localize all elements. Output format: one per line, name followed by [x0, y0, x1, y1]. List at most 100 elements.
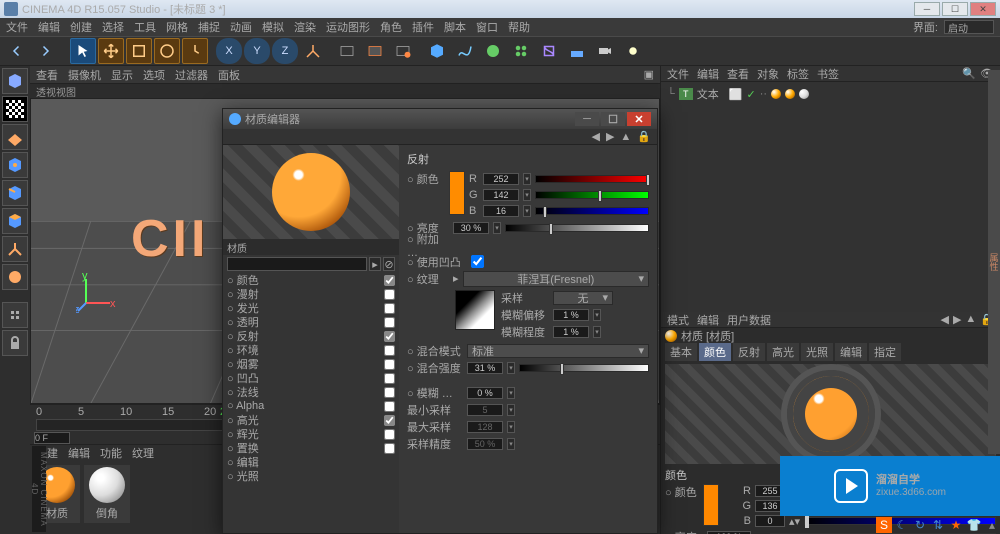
dialog-maximize-button[interactable]: ☐: [601, 112, 625, 126]
g-slider[interactable]: [535, 191, 649, 199]
tab-reflection[interactable]: 反射: [733, 343, 765, 361]
object-manager[interactable]: └ T 文本 ⬜ ✓ ··: [661, 82, 1000, 312]
blend-strength-slider[interactable]: [519, 364, 649, 372]
rough-field[interactable]: [467, 387, 503, 399]
brightness-field[interactable]: [453, 222, 489, 234]
tray-chevron-icon[interactable]: ▴: [984, 517, 1000, 533]
tray-icon[interactable]: 👕: [966, 517, 982, 533]
om-menu-file[interactable]: 文件: [667, 66, 689, 82]
channel-row[interactable]: ○ 编辑: [227, 455, 395, 469]
material-tag-icon[interactable]: [771, 89, 781, 99]
channel-checkbox[interactable]: [384, 373, 395, 384]
scale-tool[interactable]: [126, 38, 152, 64]
material-name-field[interactable]: [227, 257, 367, 271]
object-mode-icon[interactable]: [2, 264, 28, 290]
brightness-slider[interactable]: [505, 224, 649, 232]
b-field[interactable]: [483, 205, 519, 217]
dialog-close-button[interactable]: ✕: [627, 112, 651, 126]
blur-scale-field[interactable]: [553, 326, 589, 338]
tray-moon-icon[interactable]: ☾: [894, 517, 910, 533]
tab-specular[interactable]: 高光: [767, 343, 799, 361]
tray-icon[interactable]: ★: [948, 517, 964, 533]
camera-button[interactable]: [592, 38, 618, 64]
search-icon[interactable]: 🔍: [962, 67, 976, 80]
select-tool[interactable]: [70, 38, 96, 64]
attr-b-field[interactable]: [755, 515, 785, 527]
menu-snap[interactable]: 捕捉: [198, 19, 220, 35]
color-swatch[interactable]: [449, 171, 465, 215]
menu-help[interactable]: 帮助: [508, 19, 530, 35]
window-close-button[interactable]: ✕: [970, 2, 996, 16]
b-slider[interactable]: [535, 207, 649, 215]
channel-checkbox[interactable]: [384, 345, 395, 356]
vp-menu-options[interactable]: 选项: [143, 67, 165, 83]
channel-checkbox[interactable]: [384, 359, 395, 370]
3d-text-object[interactable]: CII: [131, 209, 209, 269]
tab-illum[interactable]: 光照: [801, 343, 833, 361]
spline-button[interactable]: [452, 38, 478, 64]
vp-maximize-icon[interactable]: ▣: [644, 68, 654, 81]
spinner-icon[interactable]: ▾: [507, 362, 515, 374]
blur-offset-field[interactable]: [553, 309, 589, 321]
channel-checkbox[interactable]: [384, 387, 395, 398]
layout-field[interactable]: [944, 20, 994, 34]
channel-checkbox[interactable]: [384, 401, 395, 412]
attr-menu-userdata[interactable]: 用户数据: [727, 312, 771, 328]
nurbs-button[interactable]: [480, 38, 506, 64]
menu-mograph[interactable]: 运动图形: [326, 19, 370, 35]
menu-tools[interactable]: 工具: [134, 19, 156, 35]
point-mode-icon[interactable]: [2, 152, 28, 178]
light-button[interactable]: [620, 38, 646, 64]
om-menu-objects[interactable]: 对象: [757, 66, 779, 82]
channel-row[interactable]: ○ 反射: [227, 329, 395, 343]
channel-checkbox[interactable]: [384, 331, 395, 342]
g-field[interactable]: [483, 189, 519, 201]
channel-row[interactable]: ○ 烟雾: [227, 357, 395, 371]
vp-menu-display[interactable]: 显示: [111, 67, 133, 83]
channel-checkbox[interactable]: [384, 415, 395, 426]
menu-script[interactable]: 脚本: [444, 19, 466, 35]
deformer-button[interactable]: [536, 38, 562, 64]
spinner-icon[interactable]: ▴▾: [755, 531, 766, 534]
spinner-icon[interactable]: ▾: [523, 205, 531, 217]
r-slider[interactable]: [535, 175, 649, 183]
blend-strength-field[interactable]: [467, 362, 503, 374]
om-menu-edit[interactable]: 编辑: [697, 66, 719, 82]
tab-editor[interactable]: 编辑: [835, 343, 867, 361]
dialog-titlebar[interactable]: 材质编辑器 ─ ☐ ✕: [223, 109, 657, 129]
texture-menu-icon[interactable]: ▸: [453, 272, 459, 285]
spinner-icon[interactable]: ▴▾: [789, 515, 800, 528]
attr-menu-mode[interactable]: 模式: [667, 312, 689, 328]
spinner-icon[interactable]: ▾: [593, 326, 601, 338]
menu-mesh[interactable]: 网格: [166, 19, 188, 35]
nav-fwd-icon[interactable]: ▶: [953, 313, 961, 326]
object-row[interactable]: └ T 文本 ⬜ ✓ ··: [667, 86, 994, 102]
recent-tool[interactable]: [182, 38, 208, 64]
channel-row[interactable]: ○ 透明: [227, 315, 395, 329]
nav-back-icon[interactable]: ◀: [940, 313, 948, 326]
nav-fwd-icon[interactable]: ▶: [606, 130, 614, 143]
sample-dropdown[interactable]: 无▾: [553, 291, 613, 305]
dialog-minimize-button[interactable]: ─: [575, 112, 599, 126]
spinner-icon[interactable]: ▾: [523, 189, 531, 201]
mb-menu-tex[interactable]: 纹理: [132, 445, 154, 461]
axis-y-button[interactable]: Y: [244, 38, 270, 64]
axis-x-button[interactable]: X: [216, 38, 242, 64]
lock-icon[interactable]: [2, 330, 28, 356]
channel-checkbox[interactable]: [384, 303, 395, 314]
material-preview[interactable]: [223, 145, 399, 239]
spinner-icon[interactable]: ▾: [507, 387, 515, 399]
environment-button[interactable]: [564, 38, 590, 64]
poly-mode-icon[interactable]: [2, 208, 28, 234]
lock-icon[interactable]: 🔒: [637, 130, 651, 143]
channel-row[interactable]: ○ 光照: [227, 469, 395, 483]
axis-z-button[interactable]: Z: [272, 38, 298, 64]
nav-back-icon[interactable]: ◀: [591, 130, 599, 143]
move-tool[interactable]: [98, 38, 124, 64]
om-menu-tags[interactable]: 标签: [787, 66, 809, 82]
window-maximize-button[interactable]: ☐: [942, 2, 968, 16]
axis-icon[interactable]: [2, 236, 28, 262]
dropdown-icon[interactable]: ▸: [369, 257, 381, 271]
right-collapsed-tab[interactable]: 属性: [988, 70, 1000, 454]
undo-button[interactable]: [4, 38, 30, 64]
